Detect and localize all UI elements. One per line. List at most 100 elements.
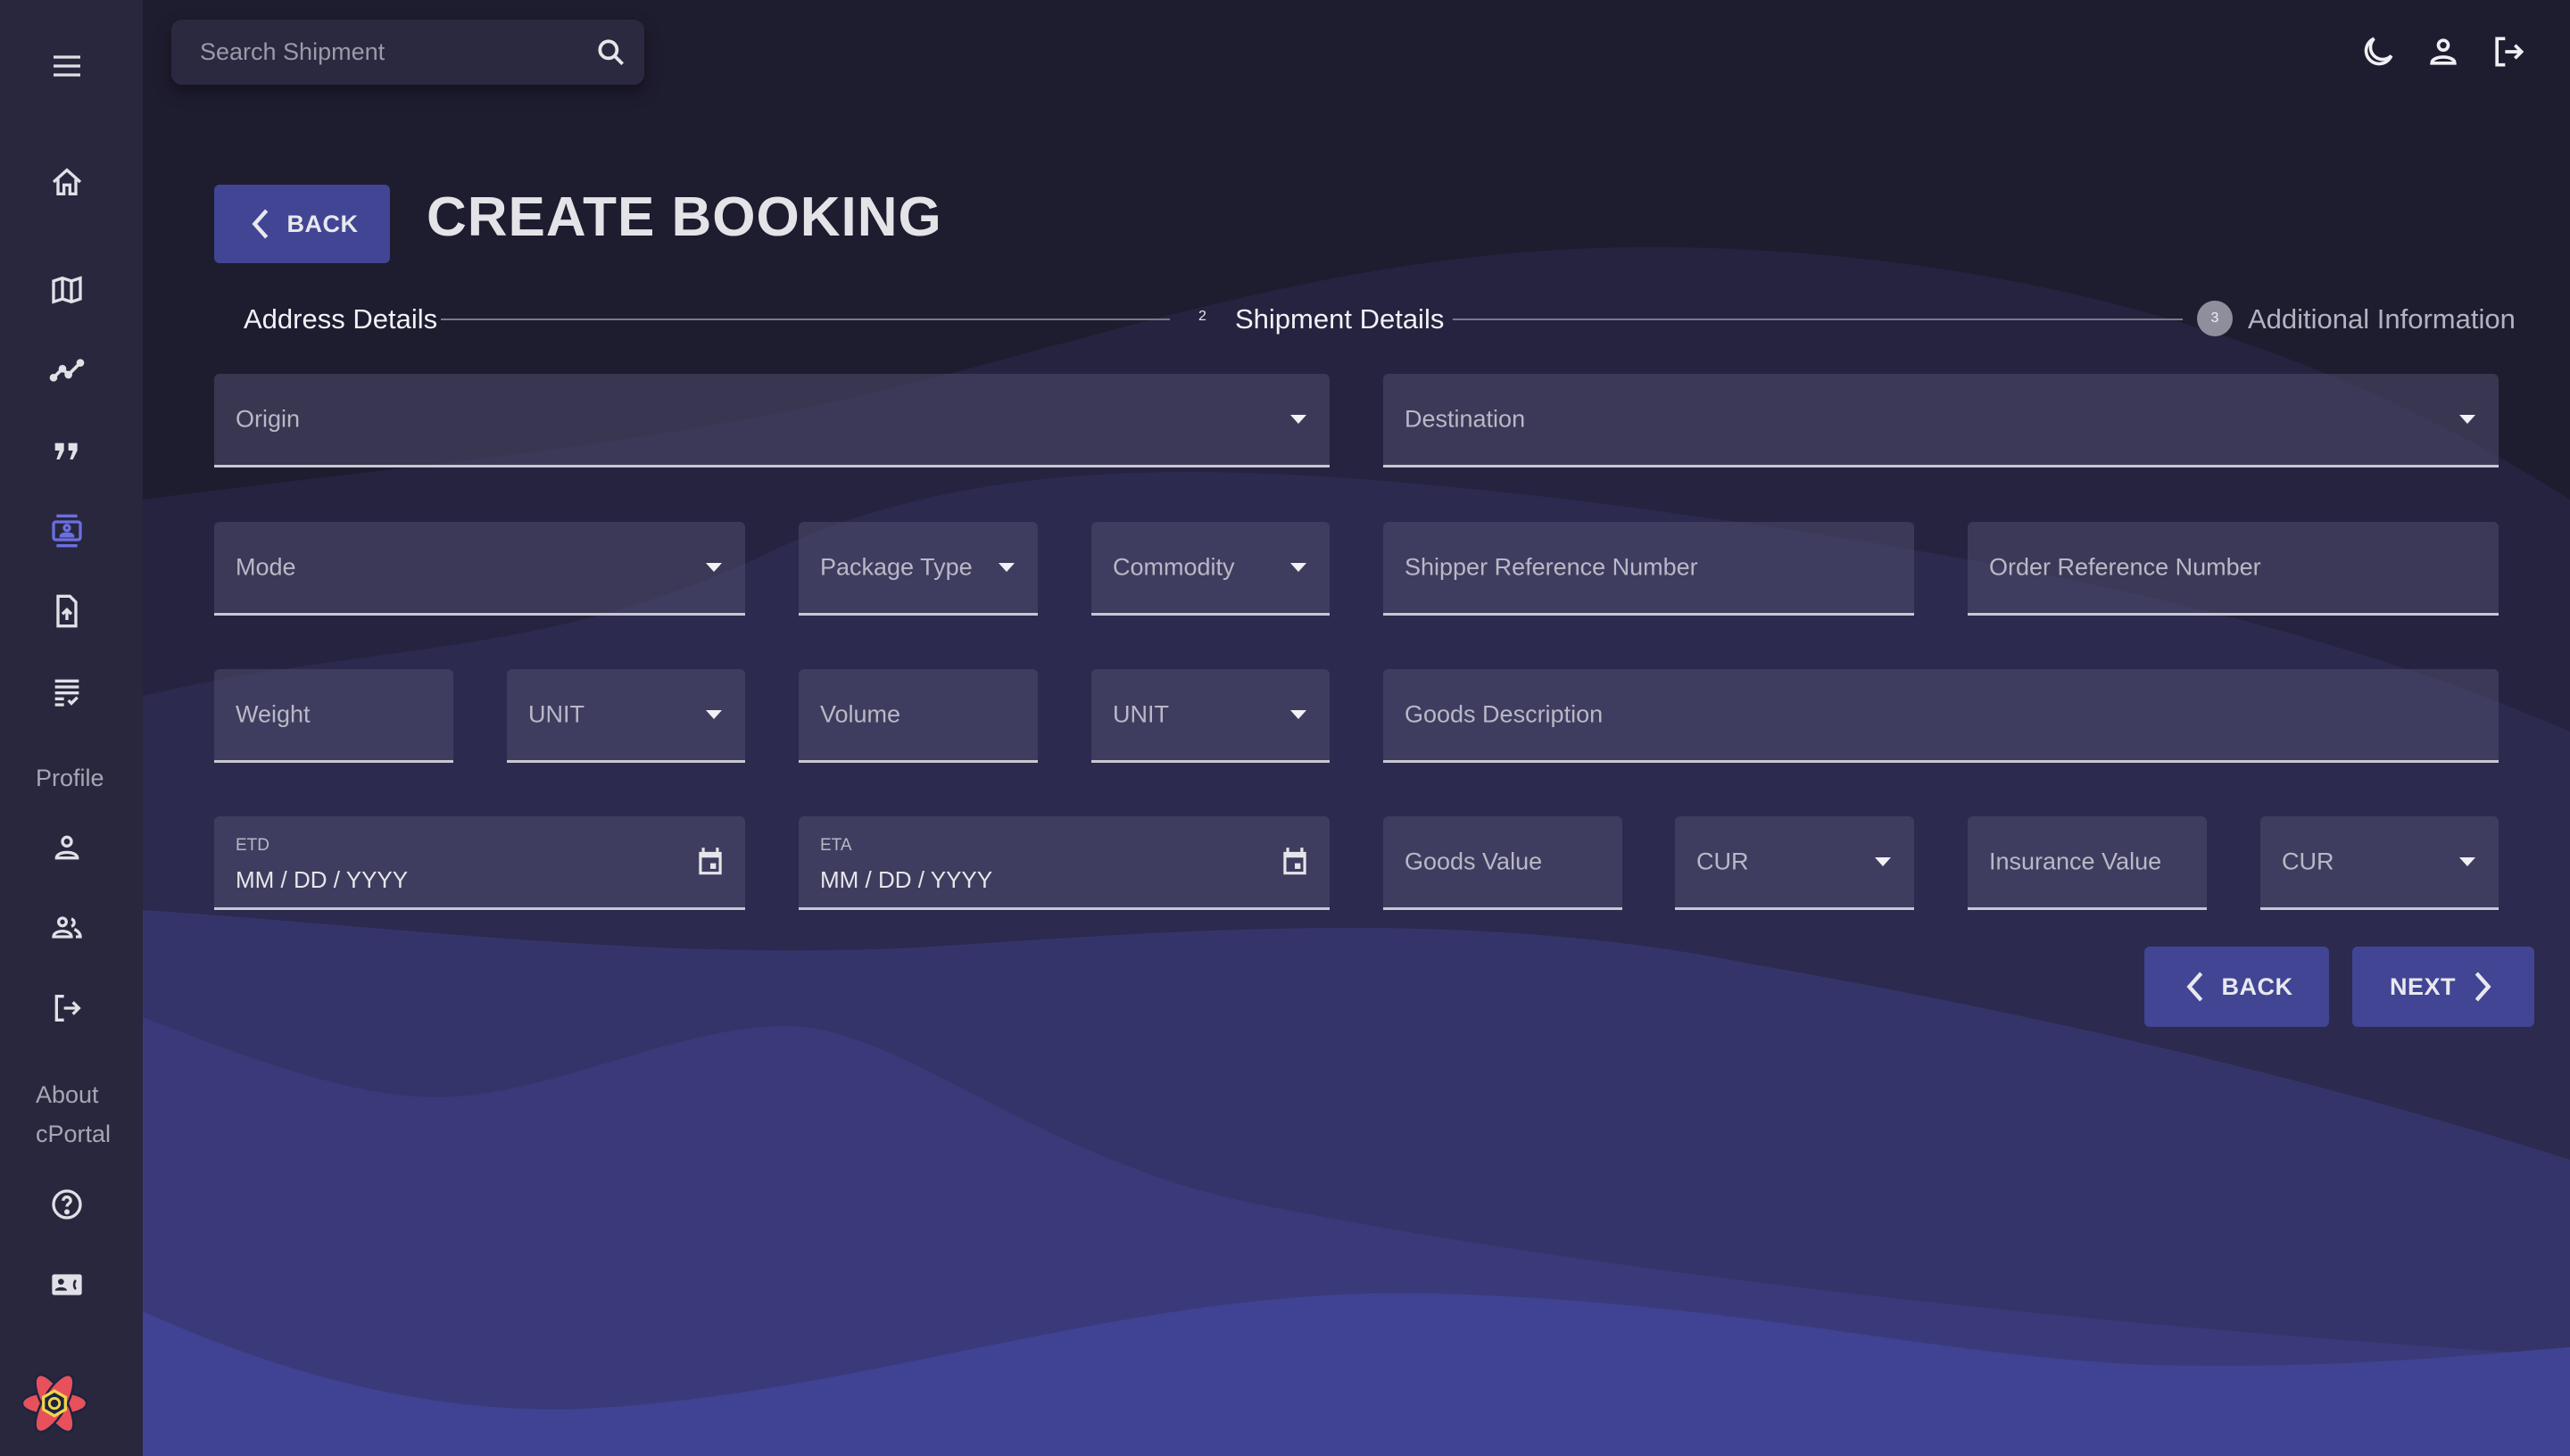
sidebar-item-bookings[interactable] [45,509,89,553]
insurance-currency-select[interactable]: CUR [2260,816,2499,910]
package-type-select[interactable]: Package Type [799,522,1038,616]
goods-description-placeholder: Goods Description [1405,700,1604,728]
weight-unit-select[interactable]: UNIT [507,669,745,763]
mode-select[interactable]: Mode [214,522,745,616]
sidebar-item-upload[interactable] [45,589,89,633]
home-icon [52,168,82,195]
back-button[interactable]: BACK [2144,947,2329,1027]
chart-line-icon [49,359,85,382]
calendar-icon[interactable] [1278,845,1312,879]
goods-description-input[interactable]: Goods Description [1383,669,2499,763]
chevron-right-icon [2475,972,2491,1002]
step-connector-2 [1453,318,2183,320]
etd-label: ETD [236,836,269,855]
contact-phone-icon [52,1274,82,1295]
shipper-reference-placeholder: Shipper Reference Number [1405,553,1698,581]
calendar-icon[interactable] [693,845,727,879]
commodity-select[interactable]: Commodity [1091,522,1330,616]
sidebar: Profile About cPortal [0,0,143,1456]
menu-button[interactable] [45,44,89,88]
weight-unit-placeholder: UNIT [528,700,584,728]
next-button[interactable]: NEXT [2352,947,2534,1027]
header-logout-icon[interactable] [2489,32,2528,71]
volume-unit-select[interactable]: UNIT [1091,669,1330,763]
page-title: CREATE BOOKING [427,186,942,248]
weight-input[interactable]: Weight [214,669,453,763]
back-button-label: BACK [2221,972,2293,1000]
page-back-button[interactable]: BACK [214,185,390,263]
weight-placeholder: Weight [236,700,311,728]
upload-file-icon [56,594,78,628]
search-input[interactable] [200,38,575,66]
caret-down-icon [1290,563,1306,572]
group-icon [52,916,82,939]
eta-label: ETA [820,836,852,855]
profile-section-label: Profile [36,765,104,791]
menu-icon [54,55,80,77]
about-section-label-line1: About [36,1081,99,1108]
step-2-number: 2 [1198,309,1206,324]
goods-value-placeholder: Goods Value [1405,848,1543,875]
caret-down-icon [999,563,1015,572]
step-3-label[interactable]: Additional Information [2248,300,2516,339]
sidebar-item-map[interactable] [45,268,89,312]
contact-page-icon [52,514,82,548]
mode-placeholder: Mode [236,553,296,581]
eta-value: MM / DD / YYYY [820,866,993,893]
shipper-reference-input[interactable]: Shipper Reference Number [1383,522,1914,616]
insurance-currency-placeholder: CUR [2282,848,2334,875]
volume-input[interactable]: Volume [799,669,1038,763]
booking-stepper: Address Details 2 Shipment Details 3 Add… [214,294,2534,344]
quote-icon [54,443,78,459]
sidebar-item-profile[interactable] [45,825,89,870]
step-2-label[interactable]: Shipment Details [1235,300,1444,339]
search-box [171,20,644,85]
commodity-placeholder: Commodity [1113,553,1235,581]
dark-mode-icon[interactable] [2359,32,2398,71]
origin-placeholder: Origin [236,405,301,433]
sidebar-item-users[interactable] [45,906,89,950]
order-reference-placeholder: Order Reference Number [1989,553,2261,581]
insurance-value-input[interactable]: Insurance Value [1968,816,2207,910]
sidebar-item-home[interactable] [45,160,89,204]
sidebar-item-help[interactable] [45,1182,89,1227]
etd-value: MM / DD / YYYY [236,866,409,893]
checklist-icon [54,679,79,707]
volume-placeholder: Volume [820,700,901,728]
origin-select[interactable]: Origin [214,374,1330,467]
map-icon [52,276,82,304]
sidebar-item-logout[interactable] [45,986,89,1030]
etd-date-input[interactable]: ETD MM / DD / YYYY [214,816,745,910]
destination-select[interactable]: Destination [1383,374,2499,467]
package-type-placeholder: Package Type [820,553,973,581]
goods-currency-select[interactable]: CUR [1675,816,1914,910]
goods-value-input[interactable]: Goods Value [1383,816,1622,910]
caret-down-icon [2459,857,2475,866]
volume-unit-placeholder: UNIT [1113,700,1169,728]
goods-currency-placeholder: CUR [1696,848,1749,875]
step-1-label[interactable]: Address Details [244,300,437,339]
caret-down-icon [706,563,722,572]
page-back-label: BACK [286,210,359,237]
search-icon[interactable] [594,36,628,70]
caret-down-icon [1290,415,1306,424]
eta-date-input[interactable]: ETA MM / DD / YYYY [799,816,1330,910]
caret-down-icon [706,710,722,719]
sidebar-item-contact[interactable] [45,1262,89,1307]
app-logo [21,1373,88,1434]
help-circle-icon [52,1189,82,1220]
account-icon[interactable] [2424,32,2463,71]
step-connector-1 [441,318,1170,320]
sidebar-item-quotes[interactable] [45,428,89,473]
chevron-left-icon [251,209,268,239]
insurance-value-placeholder: Insurance Value [1989,848,2162,875]
step-3-circle: 3 [2197,301,2233,336]
person-icon [54,835,79,860]
sidebar-item-analytics[interactable] [45,348,89,393]
logout-icon [54,995,81,1022]
about-section-label-line2: cPortal [36,1121,112,1147]
caret-down-icon [1875,857,1891,866]
order-reference-input[interactable]: Order Reference Number [1968,522,2499,616]
sidebar-item-tasks[interactable] [45,669,89,714]
caret-down-icon [1290,710,1306,719]
